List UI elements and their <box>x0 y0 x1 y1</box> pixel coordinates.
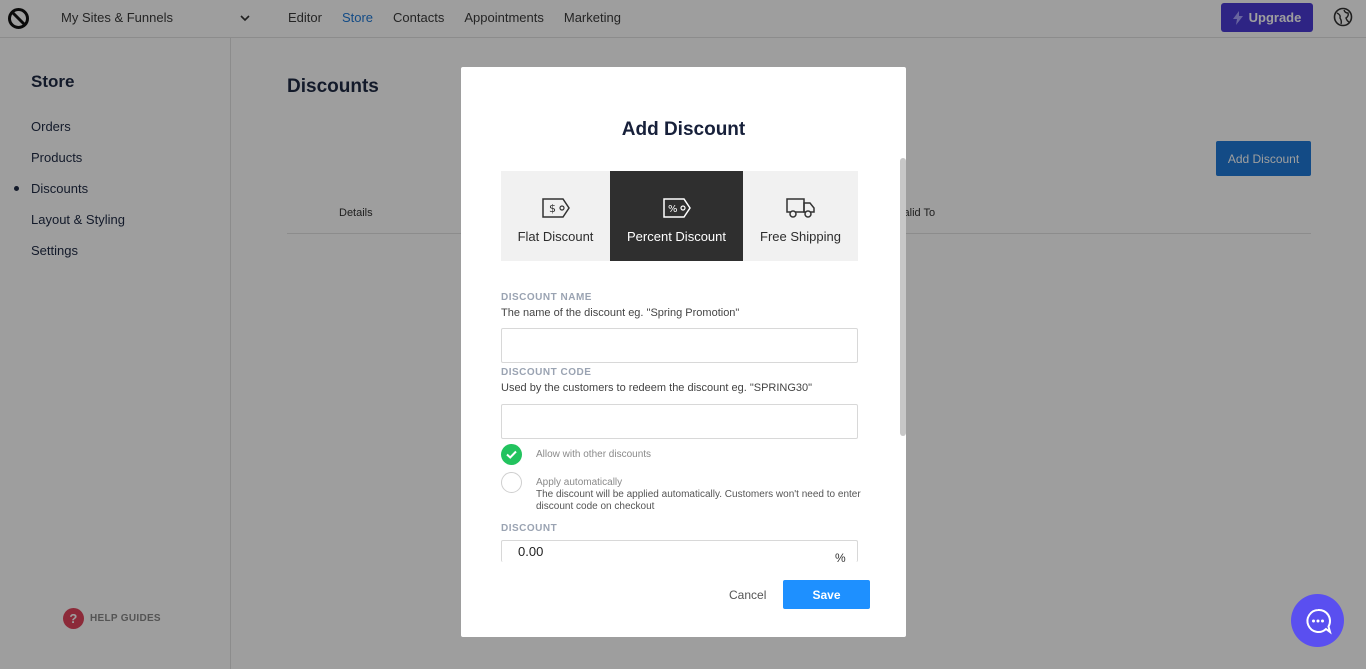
chat-widget-button[interactable] <box>1291 594 1344 647</box>
cancel-button[interactable]: Cancel <box>729 588 766 602</box>
svg-text:%: % <box>668 204 678 215</box>
tab-free-shipping-label: Free Shipping <box>760 229 841 244</box>
allow-other-discounts-label: Allow with other discounts <box>536 449 652 460</box>
discount-name-input[interactable] <box>501 328 858 363</box>
discount-amount-label: DISCOUNT <box>501 523 558 534</box>
percent-tag-icon: % <box>662 198 691 218</box>
svg-text:$: $ <box>549 202 556 215</box>
add-discount-modal: Add Discount $ Flat Discount % Percent D… <box>461 67 906 637</box>
discount-code-input[interactable] <box>501 404 858 439</box>
modal-title: Add Discount <box>621 119 746 140</box>
save-button[interactable]: Save <box>783 580 870 609</box>
tab-flat-discount[interactable]: $ Flat Discount <box>501 171 610 261</box>
chat-bubble-icon <box>1305 608 1332 635</box>
apply-automatically-checkbox[interactable] <box>501 472 522 493</box>
percent-unit: % <box>835 551 846 565</box>
discount-name-label: DISCOUNT NAME <box>501 292 592 303</box>
truck-icon <box>785 198 815 218</box>
discount-name-help: The name of the discount eg. "Spring Pro… <box>501 307 740 319</box>
discount-type-tabs: $ Flat Discount % Percent Discount Free … <box>501 171 858 261</box>
apply-automatically-description: The discount will be applied automatical… <box>536 489 861 512</box>
discount-code-label: DISCOUNT CODE <box>501 367 592 378</box>
modal-scrollbar[interactable] <box>900 158 906 436</box>
discount-amount-input[interactable] <box>501 540 858 562</box>
checkmark-icon <box>506 450 517 459</box>
dollar-tag-icon: $ <box>541 198 570 218</box>
tab-free-shipping[interactable]: Free Shipping <box>743 171 858 261</box>
allow-other-discounts-checkbox[interactable] <box>501 444 522 465</box>
apply-automatically-label: Apply automatically <box>536 477 623 488</box>
discount-code-help: Used by the customers to redeem the disc… <box>501 382 813 394</box>
tab-percent-discount[interactable]: % Percent Discount <box>610 171 743 261</box>
tab-percent-discount-label: Percent Discount <box>627 229 726 244</box>
tab-flat-discount-label: Flat Discount <box>517 229 594 244</box>
